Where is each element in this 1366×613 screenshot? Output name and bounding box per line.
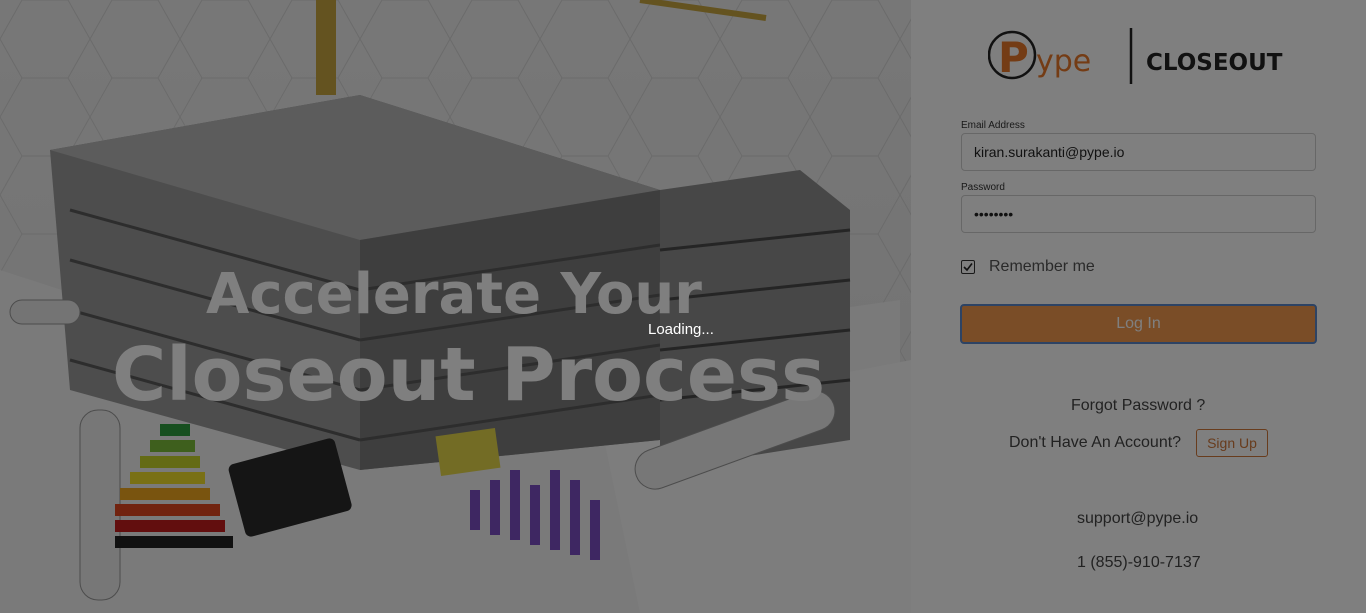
loading-text: Loading... [648,321,714,338]
loading-overlay [0,0,1366,613]
